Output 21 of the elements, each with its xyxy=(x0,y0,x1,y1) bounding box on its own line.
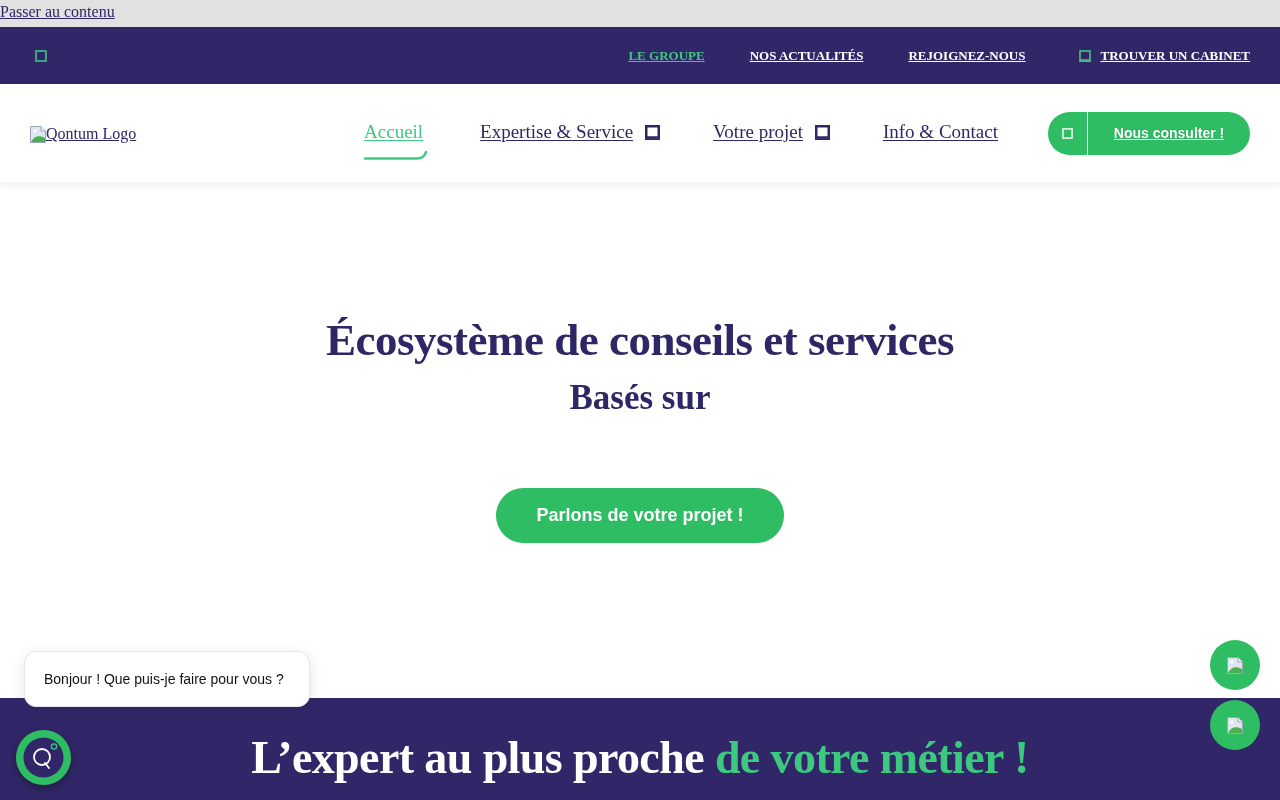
top-bar-link[interactable]: NOS ACTUALITÉS xyxy=(749,47,864,64)
section-title: L’expert au plus proche de votre métier ! xyxy=(251,731,1029,785)
square-icon xyxy=(35,49,47,62)
hero-subtitle: Basés sur xyxy=(569,377,711,419)
top-bar-link[interactable]: TROUVER UN CABINET xyxy=(1079,47,1250,64)
broken-image-icon xyxy=(1227,656,1243,674)
skip-link[interactable]: Passer au contenu xyxy=(0,0,115,24)
active-underline xyxy=(364,150,428,160)
top-bar-link[interactable]: REJOIGNEZ-NOUS xyxy=(908,47,1026,64)
nav-link[interactable]: Expertise & Service xyxy=(480,120,661,144)
broken-image-icon xyxy=(1227,716,1243,734)
chat-greeting: Bonjour ! Que puis-je faire pour vous ? xyxy=(24,651,310,707)
chat-launcher-button[interactable] xyxy=(16,730,71,785)
hero-title: Écosystème de conseils et services xyxy=(326,314,954,367)
square-icon xyxy=(1062,127,1073,139)
nav-link[interactable]: Info & Contact xyxy=(882,120,998,144)
logo-link[interactable]: Qontum Logo xyxy=(30,125,137,143)
broken-image-icon xyxy=(30,126,46,143)
nav-link[interactable]: Votre projet xyxy=(713,120,830,144)
top-bar-link[interactable]: LE GROUPE xyxy=(628,47,705,64)
chat-logo-icon xyxy=(16,730,71,785)
